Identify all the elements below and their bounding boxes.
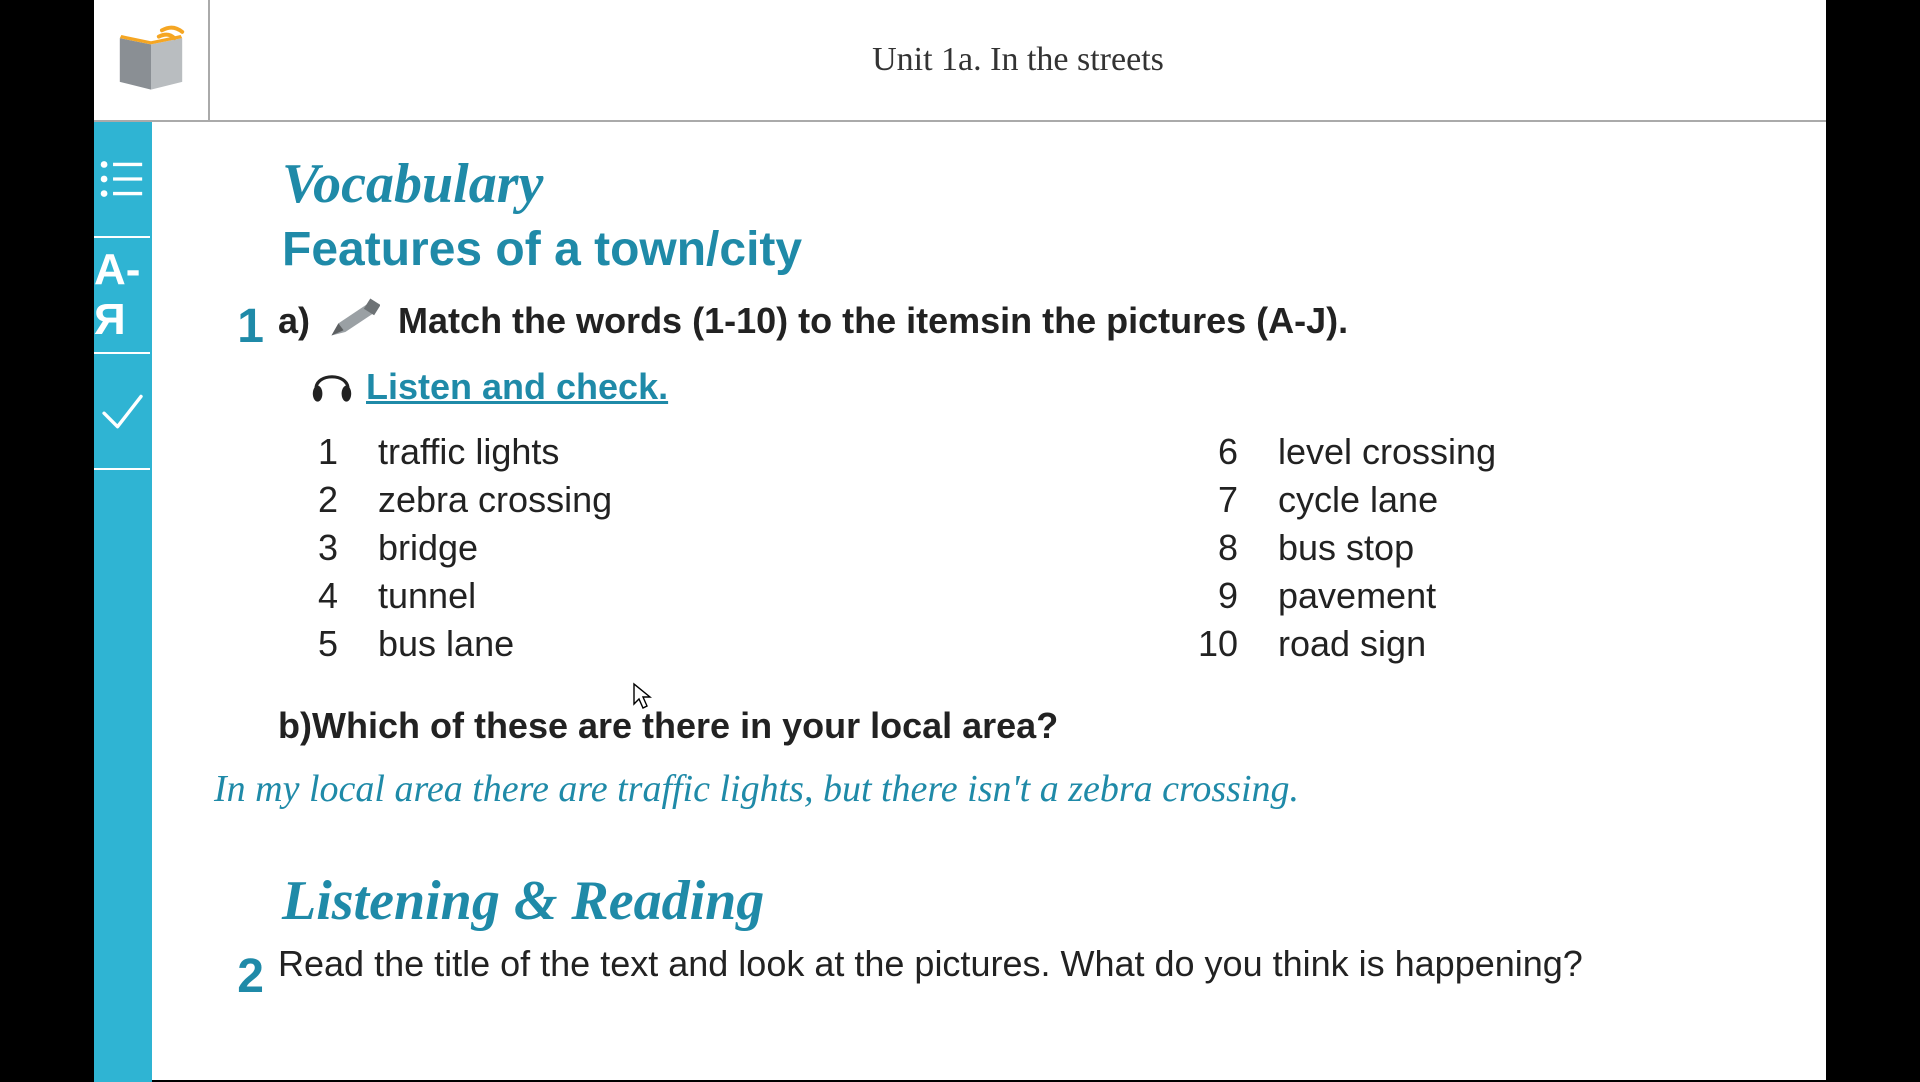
part-a-text: Match the words (1-10) to the itemsin th… bbox=[398, 300, 1348, 341]
vocab-item-number: 10 bbox=[1178, 623, 1238, 665]
app-logo[interactable] bbox=[94, 0, 210, 120]
app-window: Unit 1a. In the streets А-Я bbox=[94, 0, 1826, 1080]
toc-button[interactable] bbox=[94, 122, 150, 238]
body: А-Я Vocabulary Features of a town/city 1… bbox=[94, 122, 1826, 1082]
vocab-item-number: 2 bbox=[278, 479, 338, 521]
vocab-item-number: 9 bbox=[1178, 575, 1238, 617]
exercise-1: 1 a) Match the words (1-10) to the items… bbox=[282, 297, 1778, 761]
glossary-label: А-Я bbox=[94, 245, 150, 345]
vocab-item: 9 pavement bbox=[1178, 575, 1778, 617]
vocab-item-number: 6 bbox=[1178, 431, 1238, 473]
vocab-item-number: 3 bbox=[278, 527, 338, 569]
vocab-item-word: traffic lights bbox=[378, 431, 559, 473]
vocab-item: 4 tunnel bbox=[278, 575, 1178, 617]
vocab-item: 3 bridge bbox=[278, 527, 1178, 569]
vocab-item-word: bus stop bbox=[1278, 527, 1414, 569]
top-bar: Unit 1a. In the streets bbox=[94, 0, 1826, 122]
page-content: Vocabulary Features of a town/city 1 a) bbox=[152, 122, 1848, 1082]
check-icon bbox=[94, 383, 150, 439]
exercise-number: 1 bbox=[212, 299, 264, 354]
section-subtitle: Features of a town/city bbox=[282, 222, 1778, 277]
vocab-item: 2 zebra crossing bbox=[278, 479, 1178, 521]
listen-row: Listen and check. bbox=[308, 360, 1778, 413]
vocab-item-word: bridge bbox=[378, 527, 478, 569]
vocab-item: 10 road sign bbox=[1178, 623, 1778, 665]
vocab-item-word: road sign bbox=[1278, 623, 1426, 665]
unit-title: Unit 1a. In the streets bbox=[210, 41, 1826, 79]
exercise-2: 2 Read the title of the text and look at… bbox=[282, 943, 1778, 1004]
exercise-1b: b)Which of these are there in your local… bbox=[278, 705, 1778, 747]
vocab-word-list: 1 traffic lights 2 zebra crossing 3 bridge 4 tu… bbox=[278, 431, 1778, 665]
part-a-label: a) bbox=[278, 300, 310, 341]
vocab-item-number: 4 bbox=[278, 575, 338, 617]
vocab-item: 1 traffic lights bbox=[278, 431, 1178, 473]
example-sentence: In my local area there are traffic light… bbox=[214, 767, 1778, 811]
vocab-item-number: 5 bbox=[278, 623, 338, 665]
vocab-item-word: level crossing bbox=[1278, 431, 1496, 473]
listen-and-check-link[interactable]: Listen and check. bbox=[366, 366, 668, 408]
check-button[interactable] bbox=[94, 354, 150, 470]
vocab-item-number: 7 bbox=[1178, 479, 1238, 521]
exercise-1a-instruction: a) Match the words (1-10) to the itemsin… bbox=[278, 297, 1778, 350]
part-b-label: b) bbox=[278, 705, 312, 746]
vocab-item-word: pavement bbox=[1278, 575, 1436, 617]
headphones-icon bbox=[308, 360, 356, 413]
book-icon bbox=[112, 21, 190, 99]
exercise-2-question: Read the title of the text and look at t… bbox=[278, 943, 1583, 1004]
sidebar: А-Я bbox=[94, 122, 152, 1082]
vocab-item-word: cycle lane bbox=[1278, 479, 1438, 521]
vocab-item: 7 cycle lane bbox=[1178, 479, 1778, 521]
glossary-button[interactable]: А-Я bbox=[94, 238, 150, 354]
vocab-item-word: tunnel bbox=[378, 575, 476, 617]
vocab-item-number: 8 bbox=[1178, 527, 1238, 569]
part-b-question: Which of these are there in your local a… bbox=[312, 705, 1058, 746]
vocab-item: 5 bus lane bbox=[278, 623, 1178, 665]
vocab-item: 8 bus stop bbox=[1178, 527, 1778, 569]
exercise-number: 2 bbox=[212, 949, 264, 1004]
section-title-vocabulary: Vocabulary bbox=[282, 152, 1778, 216]
vocab-item-number: 1 bbox=[278, 431, 338, 473]
list-icon bbox=[94, 151, 150, 207]
vocab-item-word: bus lane bbox=[378, 623, 514, 665]
pencil-icon bbox=[328, 297, 380, 350]
vocab-item-word: zebra crossing bbox=[378, 479, 612, 521]
section-title-listening-reading: Listening & Reading bbox=[282, 869, 1778, 933]
vocab-item: 6 level crossing bbox=[1178, 431, 1778, 473]
